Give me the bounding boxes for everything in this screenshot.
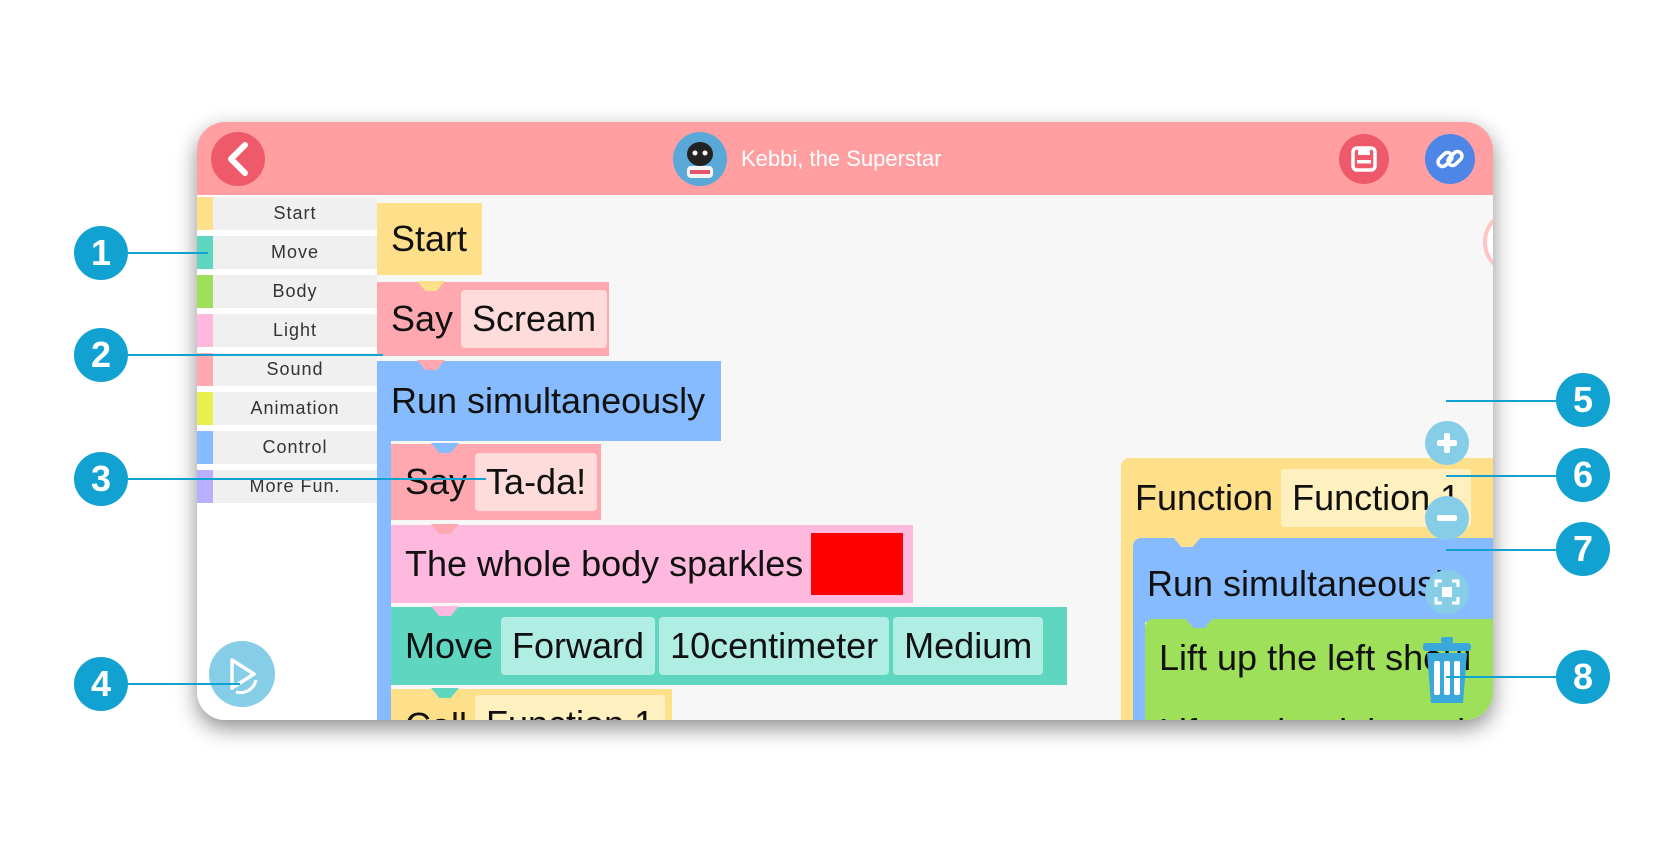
category-animation[interactable]: Animation	[197, 392, 377, 425]
category-swatch	[197, 470, 213, 503]
draft-badge: draft	[1483, 209, 1493, 275]
category-swatch	[197, 314, 213, 347]
say-block-label: Say	[391, 298, 454, 339]
call-function-block[interactable]: Call Function 1	[391, 688, 672, 720]
callout-line-1	[128, 252, 208, 254]
function-run-trunk	[1133, 615, 1145, 720]
run-block-trunk	[377, 425, 391, 720]
project-title-text: Kebbi, the Superstar	[741, 146, 942, 171]
run-simultaneously-block[interactable]: Run simultaneously	[377, 360, 721, 441]
start-block[interactable]: Start	[377, 203, 482, 275]
category-swatch	[197, 197, 213, 230]
category-swatch	[197, 392, 213, 425]
say-block-1[interactable]: Say Scream	[377, 281, 609, 356]
category-label: Body	[272, 281, 318, 301]
sparkle-block-label: The whole body sparkles	[405, 543, 804, 584]
category-control[interactable]: Control	[197, 431, 377, 464]
plus-icon	[1437, 433, 1457, 453]
connector-notch	[431, 606, 459, 616]
category-swatch	[197, 353, 213, 386]
say-text-field[interactable]: Scream	[461, 290, 608, 348]
minus-icon	[1437, 515, 1457, 521]
callout-line-7	[1446, 549, 1556, 551]
chevron-left-icon	[228, 142, 248, 176]
zoom-reset-button[interactable]	[1425, 570, 1469, 614]
callout-line-8	[1446, 676, 1556, 678]
callout-2: 2	[74, 328, 128, 382]
category-label: Sound	[266, 359, 324, 379]
callout-1: 1	[74, 226, 128, 280]
top-bar: Kebbi, the Superstar	[197, 122, 1493, 195]
connector-notch	[431, 524, 459, 534]
connector-notch	[431, 688, 459, 698]
recenter-icon	[1434, 579, 1460, 605]
save-button[interactable]	[1339, 134, 1389, 184]
category-label: Start	[273, 203, 317, 223]
connector-notch	[1185, 618, 1213, 628]
play-icon	[230, 658, 258, 695]
category-more-fun[interactable]: More Fun.	[197, 470, 377, 503]
connector-notch	[417, 360, 445, 370]
callout-3: 3	[74, 452, 128, 506]
connector-notch	[1173, 537, 1201, 547]
zoom-in-button[interactable]	[1425, 421, 1469, 465]
category-label: Light	[272, 320, 318, 340]
sparkle-block[interactable]: The whole body sparkles	[391, 524, 913, 603]
category-move[interactable]: Move	[197, 236, 377, 269]
lift-right-label: Lift up the right	[1159, 711, 1397, 720]
category-swatch	[197, 275, 213, 308]
callout-line-5	[1446, 400, 1556, 402]
move-block[interactable]: Move Forward 10centimeter Medium	[391, 606, 1067, 685]
callout-6: 6	[1556, 448, 1610, 502]
say-text-field[interactable]: Ta-da!	[475, 453, 598, 511]
category-body[interactable]: Body	[197, 275, 377, 308]
category-sidebar: Start Move Body Light Sound Animation Co…	[197, 195, 377, 720]
function-run-label: Run simultaneously	[1147, 563, 1462, 604]
category-swatch	[197, 431, 213, 464]
move-speed-dropdown[interactable]: Medium	[893, 617, 1044, 675]
move-distance-dropdown[interactable]: 10centimeter	[659, 617, 890, 675]
category-light[interactable]: Light	[197, 314, 377, 347]
trash-can-button[interactable]	[1419, 635, 1475, 705]
call-block-label: Call	[405, 705, 467, 720]
move-block-label: Move	[405, 625, 494, 666]
code-workspace[interactable]: Start Say Scream Run simultaneously Say …	[377, 195, 1493, 720]
category-sound[interactable]: Sound	[197, 353, 377, 386]
run-block-label: Run simultaneously	[391, 380, 706, 421]
callout-line-3	[128, 478, 486, 480]
category-label: Control	[262, 437, 328, 457]
zoom-out-button[interactable]	[1425, 496, 1469, 540]
callout-8: 8	[1556, 650, 1610, 704]
say-block-label: Say	[405, 461, 468, 502]
category-label: Animation	[250, 398, 340, 418]
save-icon	[1351, 146, 1377, 172]
callout-line-6	[1446, 475, 1556, 477]
callout-5: 5	[1556, 373, 1610, 427]
say-block-2[interactable]: Say Ta-da!	[391, 443, 601, 520]
lift-right-label-tail: ho	[1457, 711, 1493, 720]
callout-4: 4	[74, 657, 128, 711]
robot-avatar	[673, 132, 727, 186]
trash-icon	[1423, 637, 1471, 703]
app-window: Kebbi, the Superstar Start Move Body Lig…	[197, 122, 1493, 720]
connector-notch	[417, 281, 445, 291]
play-button[interactable]	[209, 641, 275, 707]
share-link-button[interactable]	[1425, 134, 1475, 184]
start-block-label: Start	[391, 218, 468, 259]
callout-line-2	[128, 354, 383, 356]
move-direction-dropdown[interactable]: Forward	[501, 617, 656, 675]
project-title: Kebbi, the Superstar	[673, 132, 942, 186]
color-picker-swatch[interactable]	[811, 533, 904, 595]
callout-line-4	[128, 683, 240, 685]
connector-notch	[431, 443, 459, 453]
link-icon	[1436, 149, 1464, 169]
call-function-field[interactable]: Function 1	[475, 695, 666, 720]
function-block-label: Function	[1135, 477, 1274, 518]
category-label: Move	[270, 242, 319, 262]
callout-7: 7	[1556, 522, 1610, 576]
category-start[interactable]: Start	[197, 197, 377, 230]
back-button[interactable]	[211, 132, 265, 186]
